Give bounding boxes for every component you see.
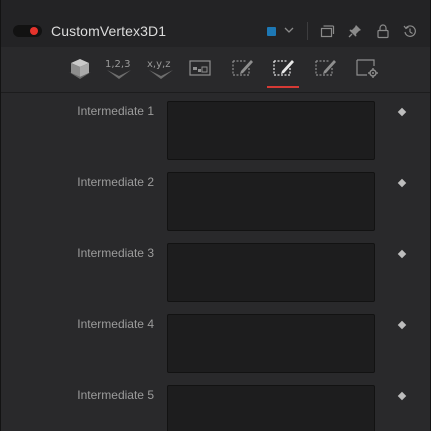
keyframe-diamond-icon[interactable] <box>397 391 407 401</box>
active-tab-indicator <box>267 86 299 88</box>
intermediate-2-expression-field[interactable] <box>167 172 375 231</box>
tray-icon <box>107 70 131 79</box>
pencil-edit-icon <box>315 60 336 76</box>
pencil-edit-icon <box>273 60 294 76</box>
duplicate-icon[interactable] <box>319 23 335 39</box>
tab-image[interactable] <box>187 55 213 81</box>
intermediate-row: Intermediate 5 <box>1 385 430 431</box>
tab-numbers[interactable]: 1,2,3 <box>105 55 133 81</box>
intermediate-row: Intermediate 2 <box>1 172 430 234</box>
intermediate-5-label: Intermediate 5 <box>77 388 154 402</box>
chevron-down-icon[interactable] <box>283 24 295 36</box>
tab-shape[interactable] <box>67 55 93 81</box>
tray-icon <box>149 70 173 79</box>
tab-setup[interactable] <box>230 55 256 81</box>
tab-intermediate[interactable] <box>271 55 297 81</box>
intermediate-3-label: Intermediate 3 <box>77 246 154 260</box>
pencil-edit-icon <box>232 60 253 76</box>
intermediate-5-expression-field[interactable] <box>167 385 375 431</box>
cube-icon <box>69 59 91 79</box>
enable-toggle[interactable] <box>13 25 42 37</box>
tab-xyz[interactable]: x,y,z <box>147 55 175 81</box>
tab-settings[interactable] <box>354 55 380 81</box>
node-title: CustomVertex3D1 <box>51 23 167 39</box>
intermediate-row: Intermediate 3 <box>1 243 430 305</box>
intermediate-1-expression-field[interactable] <box>167 101 375 160</box>
intermediate-3-expression-field[interactable] <box>167 243 375 302</box>
keyframe-diamond-icon[interactable] <box>397 249 407 259</box>
intermediate-4-expression-field[interactable] <box>167 314 375 373</box>
keyframe-diamond-icon[interactable] <box>397 178 407 188</box>
lock-icon[interactable] <box>375 23 391 39</box>
intermediate-1-label: Intermediate 1 <box>77 104 154 118</box>
reset-icon[interactable] <box>402 23 418 39</box>
node-color-swatch[interactable] <box>267 27 276 36</box>
pin-icon[interactable] <box>347 23 363 39</box>
header-separator <box>307 22 308 40</box>
settings-window-icon <box>356 59 378 78</box>
intermediate-2-label: Intermediate 2 <box>77 175 154 189</box>
keyframe-diamond-icon[interactable] <box>397 107 407 117</box>
enable-indicator <box>30 27 38 35</box>
intermediate-4-label: Intermediate 4 <box>77 317 154 331</box>
node-header: CustomVertex3D1 <box>1 0 430 47</box>
inspector-panel: CustomVertex3D1 1,2,3 x,y,z Intermediate… <box>0 0 431 431</box>
keyframe-diamond-icon[interactable] <box>397 320 407 330</box>
image-icon <box>189 60 211 76</box>
intermediate-row: Intermediate 1 <box>1 101 430 163</box>
tab-vertex[interactable] <box>313 55 339 81</box>
intermediate-row: Intermediate 4 <box>1 314 430 376</box>
inspector-tab-bar: 1,2,3 x,y,z <box>1 47 430 93</box>
